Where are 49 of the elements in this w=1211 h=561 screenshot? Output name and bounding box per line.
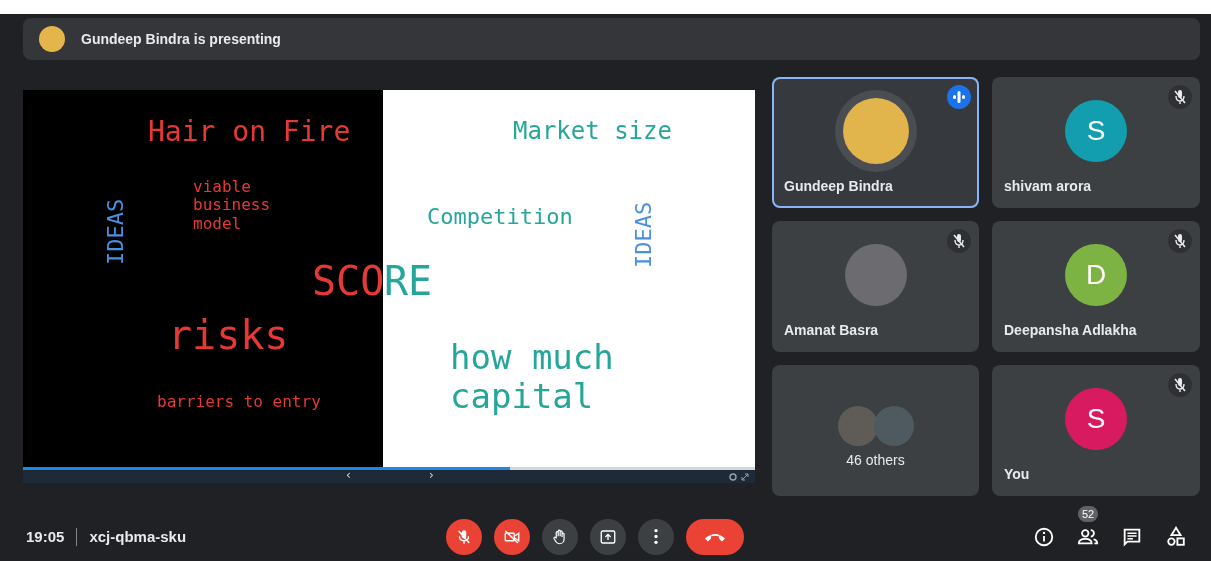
avatar-photo-placeholder [39,26,65,52]
info-icon [1033,525,1055,548]
shapes-icon [1165,525,1187,548]
next-button[interactable]: › [426,469,437,481]
participant-tile[interactable]: S shivam arora [992,77,1200,208]
participant-tile[interactable]: Gundeep Bindra [772,77,979,208]
more-options-button[interactable] [638,518,674,555]
slide-word: Hair on Fire [148,116,351,149]
fullscreen-icon[interactable] [741,473,749,481]
participant-tile[interactable]: D Deepansha Adlakha [992,221,1200,352]
slide-word: barriers to entry [157,393,321,412]
participant-name: Amanat Basra [783,322,880,340]
more-icon [654,529,658,544]
leave-call-button[interactable] [686,518,744,555]
slide-word: IDEAS [103,198,129,265]
avatar-photo-placeholder [873,406,914,446]
microphone-button[interactable] [446,518,482,555]
participant-tile[interactable]: Amanat Basra [772,221,979,352]
slide-word: how much capital [450,338,615,417]
meeting-code: xcj-qbma-sku [89,528,187,545]
presenter-text: Gundeep Bindra is presenting [81,31,281,47]
participant-name: shivam arora [1003,178,1093,196]
participant-count-badge: 52 [1078,505,1099,522]
participant-name: Deepansha Adlakha [1003,322,1138,340]
present-screen-button[interactable] [590,518,626,555]
microphone-icon [455,527,473,546]
slide-word: Competition [427,204,573,230]
letter-avatar: S [1065,387,1127,450]
slide-word: risks [168,312,289,358]
letter-avatar: D [1065,243,1127,306]
raise-hand-button[interactable] [542,518,578,555]
slide-word: IDEAS [631,201,657,268]
participant-count: 46 others [846,452,905,470]
phone-icon [705,531,725,542]
avatar-photo-placeholder [837,406,878,446]
participant-name: Gundeep Bindra [783,178,894,196]
camera-button[interactable] [494,518,530,555]
clock-time: 19:05 [26,528,65,545]
screen-upload-icon [599,527,617,546]
previous-button[interactable]: ‹ [343,469,354,481]
participant-tile[interactable]: 46 others [772,365,979,496]
slide-word: RE [384,258,433,304]
gear-icon[interactable] [729,473,737,481]
slide-word: viable business model [193,178,272,234]
slide-word: Market size [513,118,672,146]
slide-word: SCO [312,258,385,304]
participant-name: You [1003,466,1031,484]
letter-avatar: S [1065,99,1127,162]
participant-tile[interactable]: S You [992,365,1200,496]
